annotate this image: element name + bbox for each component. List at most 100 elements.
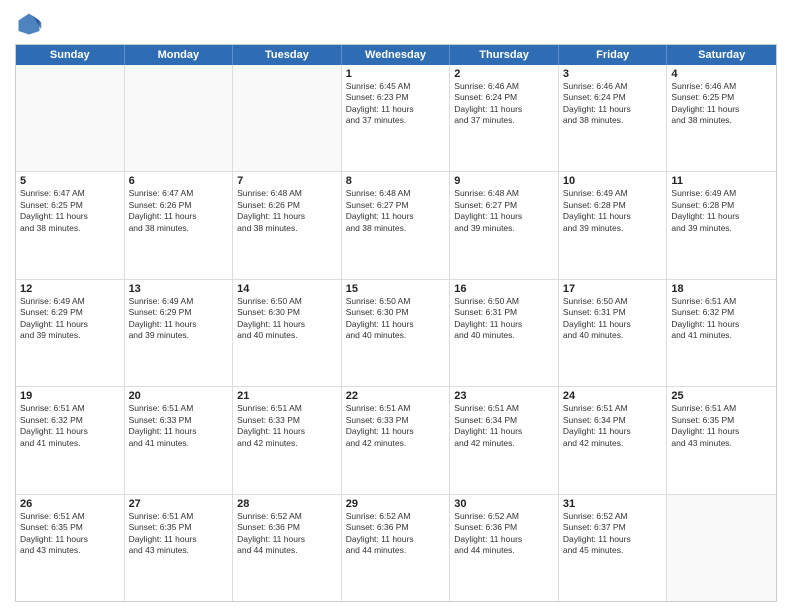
weekday-header: Friday — [559, 45, 668, 65]
day-info: Sunrise: 6:50 AM Sunset: 6:31 PM Dayligh… — [454, 296, 554, 342]
day-info: Sunrise: 6:49 AM Sunset: 6:28 PM Dayligh… — [563, 188, 663, 234]
weekday-header: Sunday — [16, 45, 125, 65]
calendar-cell: 22Sunrise: 6:51 AM Sunset: 6:33 PM Dayli… — [342, 387, 451, 493]
day-number: 16 — [454, 283, 554, 295]
calendar-cell: 21Sunrise: 6:51 AM Sunset: 6:33 PM Dayli… — [233, 387, 342, 493]
day-info: Sunrise: 6:51 AM Sunset: 6:34 PM Dayligh… — [563, 403, 663, 449]
calendar-cell: 11Sunrise: 6:49 AM Sunset: 6:28 PM Dayli… — [667, 172, 776, 278]
day-number: 4 — [671, 68, 772, 80]
day-number: 9 — [454, 175, 554, 187]
calendar-cell: 23Sunrise: 6:51 AM Sunset: 6:34 PM Dayli… — [450, 387, 559, 493]
day-number: 27 — [129, 498, 229, 510]
day-number: 29 — [346, 498, 446, 510]
calendar-cell: 2Sunrise: 6:46 AM Sunset: 6:24 PM Daylig… — [450, 65, 559, 171]
calendar-cell: 24Sunrise: 6:51 AM Sunset: 6:34 PM Dayli… — [559, 387, 668, 493]
calendar-row: 12Sunrise: 6:49 AM Sunset: 6:29 PM Dayli… — [16, 280, 776, 387]
day-number: 26 — [20, 498, 120, 510]
day-info: Sunrise: 6:48 AM Sunset: 6:27 PM Dayligh… — [454, 188, 554, 234]
day-number: 11 — [671, 175, 772, 187]
weekday-header: Saturday — [667, 45, 776, 65]
calendar-cell: 9Sunrise: 6:48 AM Sunset: 6:27 PM Daylig… — [450, 172, 559, 278]
day-number: 30 — [454, 498, 554, 510]
day-info: Sunrise: 6:51 AM Sunset: 6:34 PM Dayligh… — [454, 403, 554, 449]
day-info: Sunrise: 6:49 AM Sunset: 6:29 PM Dayligh… — [20, 296, 120, 342]
calendar-cell: 10Sunrise: 6:49 AM Sunset: 6:28 PM Dayli… — [559, 172, 668, 278]
day-number: 20 — [129, 390, 229, 402]
day-number: 3 — [563, 68, 663, 80]
day-info: Sunrise: 6:50 AM Sunset: 6:30 PM Dayligh… — [346, 296, 446, 342]
calendar-cell: 12Sunrise: 6:49 AM Sunset: 6:29 PM Dayli… — [16, 280, 125, 386]
day-info: Sunrise: 6:51 AM Sunset: 6:33 PM Dayligh… — [237, 403, 337, 449]
day-info: Sunrise: 6:48 AM Sunset: 6:26 PM Dayligh… — [237, 188, 337, 234]
logo-icon — [15, 10, 43, 38]
day-number: 18 — [671, 283, 772, 295]
day-number: 19 — [20, 390, 120, 402]
day-number: 1 — [346, 68, 446, 80]
calendar-cell: 8Sunrise: 6:48 AM Sunset: 6:27 PM Daylig… — [342, 172, 451, 278]
day-number: 24 — [563, 390, 663, 402]
day-info: Sunrise: 6:48 AM Sunset: 6:27 PM Dayligh… — [346, 188, 446, 234]
weekday-header: Monday — [125, 45, 234, 65]
calendar-cell: 1Sunrise: 6:45 AM Sunset: 6:23 PM Daylig… — [342, 65, 451, 171]
calendar-cell: 19Sunrise: 6:51 AM Sunset: 6:32 PM Dayli… — [16, 387, 125, 493]
day-number: 2 — [454, 68, 554, 80]
day-number: 31 — [563, 498, 663, 510]
day-info: Sunrise: 6:45 AM Sunset: 6:23 PM Dayligh… — [346, 81, 446, 127]
day-number: 21 — [237, 390, 337, 402]
calendar-cell: 17Sunrise: 6:50 AM Sunset: 6:31 PM Dayli… — [559, 280, 668, 386]
day-info: Sunrise: 6:46 AM Sunset: 6:25 PM Dayligh… — [671, 81, 772, 127]
day-info: Sunrise: 6:52 AM Sunset: 6:37 PM Dayligh… — [563, 511, 663, 557]
weekday-header: Thursday — [450, 45, 559, 65]
day-info: Sunrise: 6:46 AM Sunset: 6:24 PM Dayligh… — [454, 81, 554, 127]
day-info: Sunrise: 6:50 AM Sunset: 6:30 PM Dayligh… — [237, 296, 337, 342]
day-info: Sunrise: 6:50 AM Sunset: 6:31 PM Dayligh… — [563, 296, 663, 342]
calendar-cell: 5Sunrise: 6:47 AM Sunset: 6:25 PM Daylig… — [16, 172, 125, 278]
day-info: Sunrise: 6:51 AM Sunset: 6:35 PM Dayligh… — [20, 511, 120, 557]
header — [15, 10, 777, 38]
calendar-cell — [125, 65, 234, 171]
calendar-cell: 14Sunrise: 6:50 AM Sunset: 6:30 PM Dayli… — [233, 280, 342, 386]
calendar-cell: 6Sunrise: 6:47 AM Sunset: 6:26 PM Daylig… — [125, 172, 234, 278]
calendar-cell: 20Sunrise: 6:51 AM Sunset: 6:33 PM Dayli… — [125, 387, 234, 493]
calendar-cell: 15Sunrise: 6:50 AM Sunset: 6:30 PM Dayli… — [342, 280, 451, 386]
day-info: Sunrise: 6:51 AM Sunset: 6:33 PM Dayligh… — [346, 403, 446, 449]
weekday-header: Tuesday — [233, 45, 342, 65]
calendar-cell: 29Sunrise: 6:52 AM Sunset: 6:36 PM Dayli… — [342, 495, 451, 601]
day-info: Sunrise: 6:47 AM Sunset: 6:26 PM Dayligh… — [129, 188, 229, 234]
day-info: Sunrise: 6:52 AM Sunset: 6:36 PM Dayligh… — [454, 511, 554, 557]
calendar-cell — [667, 495, 776, 601]
day-info: Sunrise: 6:51 AM Sunset: 6:32 PM Dayligh… — [671, 296, 772, 342]
day-number: 10 — [563, 175, 663, 187]
day-number: 13 — [129, 283, 229, 295]
calendar-cell: 3Sunrise: 6:46 AM Sunset: 6:24 PM Daylig… — [559, 65, 668, 171]
calendar-cell: 4Sunrise: 6:46 AM Sunset: 6:25 PM Daylig… — [667, 65, 776, 171]
calendar-cell: 30Sunrise: 6:52 AM Sunset: 6:36 PM Dayli… — [450, 495, 559, 601]
day-info: Sunrise: 6:51 AM Sunset: 6:32 PM Dayligh… — [20, 403, 120, 449]
day-number: 22 — [346, 390, 446, 402]
day-number: 12 — [20, 283, 120, 295]
day-info: Sunrise: 6:46 AM Sunset: 6:24 PM Dayligh… — [563, 81, 663, 127]
calendar-cell: 7Sunrise: 6:48 AM Sunset: 6:26 PM Daylig… — [233, 172, 342, 278]
calendar-row: 19Sunrise: 6:51 AM Sunset: 6:32 PM Dayli… — [16, 387, 776, 494]
day-info: Sunrise: 6:51 AM Sunset: 6:33 PM Dayligh… — [129, 403, 229, 449]
day-number: 25 — [671, 390, 772, 402]
day-number: 8 — [346, 175, 446, 187]
calendar-cell: 16Sunrise: 6:50 AM Sunset: 6:31 PM Dayli… — [450, 280, 559, 386]
calendar-cell — [16, 65, 125, 171]
weekday-header: Wednesday — [342, 45, 451, 65]
day-number: 15 — [346, 283, 446, 295]
calendar-cell: 27Sunrise: 6:51 AM Sunset: 6:35 PM Dayli… — [125, 495, 234, 601]
calendar-cell: 28Sunrise: 6:52 AM Sunset: 6:36 PM Dayli… — [233, 495, 342, 601]
calendar-cell: 31Sunrise: 6:52 AM Sunset: 6:37 PM Dayli… — [559, 495, 668, 601]
day-info: Sunrise: 6:51 AM Sunset: 6:35 PM Dayligh… — [671, 403, 772, 449]
page: SundayMondayTuesdayWednesdayThursdayFrid… — [0, 0, 792, 612]
calendar-cell: 13Sunrise: 6:49 AM Sunset: 6:29 PM Dayli… — [125, 280, 234, 386]
day-number: 23 — [454, 390, 554, 402]
calendar-row: 1Sunrise: 6:45 AM Sunset: 6:23 PM Daylig… — [16, 65, 776, 172]
calendar-cell: 25Sunrise: 6:51 AM Sunset: 6:35 PM Dayli… — [667, 387, 776, 493]
logo — [15, 10, 47, 38]
day-info: Sunrise: 6:49 AM Sunset: 6:28 PM Dayligh… — [671, 188, 772, 234]
calendar-row: 5Sunrise: 6:47 AM Sunset: 6:25 PM Daylig… — [16, 172, 776, 279]
day-number: 7 — [237, 175, 337, 187]
calendar-cell — [233, 65, 342, 171]
